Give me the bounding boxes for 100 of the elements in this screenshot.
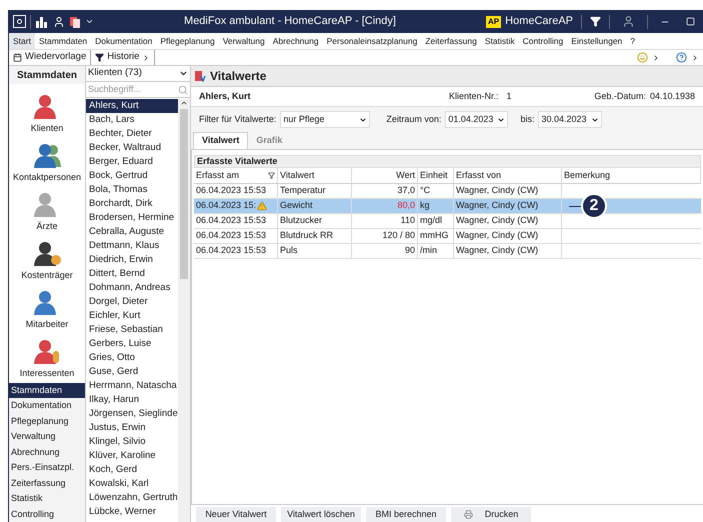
client-item[interactable]: Koch, Gerd	[86, 463, 178, 477]
filter-icon[interactable]	[590, 16, 601, 27]
client-dropdown[interactable]: Klienten (73)	[86, 66, 190, 82]
client-item[interactable]: Dettmann, Klaus	[86, 239, 178, 253]
table-cell: 06.04.2023 15:53	[194, 184, 278, 198]
client-item[interactable]: Gerbers, Luise	[86, 337, 178, 351]
column-header[interactable]: Erfasst von	[454, 168, 562, 183]
menu-item[interactable]: Pflegeplanung	[156, 33, 219, 49]
client-item[interactable]: Dittert, Bernd	[86, 267, 178, 281]
tab[interactable]: Vitalwert	[193, 132, 248, 149]
column-header[interactable]: Vitalwert	[278, 168, 352, 183]
nav-module[interactable]: Interessenten	[20, 339, 74, 382]
client-item[interactable]: Brodersen, Hermine	[86, 211, 178, 225]
menu-item[interactable]: Verwaltung	[218, 33, 269, 49]
action-button[interactable]: Neuer Vitalwert	[196, 507, 276, 522]
client-item[interactable]: Guse, Gerd	[86, 365, 178, 379]
client-item[interactable]: Klüver, Karoline	[86, 449, 178, 463]
period-from-label: Zeitraum von:	[386, 112, 442, 126]
table-cell: °C	[418, 184, 454, 198]
user-settings-icon[interactable]	[622, 15, 635, 28]
client-number-label: Klienten-Nr.:	[449, 90, 499, 103]
search-field[interactable]: Suchbegriff...	[88, 82, 178, 96]
action-button[interactable]: BMI berechnen	[366, 507, 446, 522]
client-item[interactable]: Becker, Waltraud	[86, 141, 178, 155]
client-item[interactable]: Berger, Eduard	[86, 155, 178, 169]
action-button[interactable]: Drucken	[451, 507, 531, 522]
table-cell: mg/dl	[418, 214, 454, 228]
filter-dropdown[interactable]: nur Pflege	[280, 111, 370, 128]
table-row[interactable]: 06.04.2023 15:53 Blutzucker 110 mg/dl Wagner, Cindy (CW)	[194, 214, 701, 229]
user-icon[interactable]	[53, 16, 65, 28]
warning-icon	[257, 201, 268, 211]
column-header[interactable]: Wert	[352, 168, 418, 183]
client-item[interactable]: Justus, Erwin	[86, 421, 178, 435]
menu-item[interactable]: Dokumentation	[91, 33, 156, 49]
table-title: Erfasste Vitalwerte	[194, 155, 701, 168]
vitals-icon	[195, 70, 206, 82]
scroll-up-icon[interactable]	[180, 99, 188, 107]
table-row[interactable]: 06.04.2023 15:53 Blutdruck RR 120 / 80 mmHG Wagner, Cindy (CW)	[194, 229, 701, 244]
toolbar-button[interactable]: Wiedervorlage	[13, 50, 92, 65]
table-cell: 06.04.2023 15:53	[194, 229, 278, 243]
person-icon	[33, 143, 61, 169]
table-cell: 06.04.2023 15:53	[194, 244, 278, 258]
client-item[interactable]: Herrmann, Natascha	[86, 379, 178, 393]
date-to-field[interactable]: 30.04.2023	[538, 111, 602, 128]
client-item[interactable]: Ilkay, Harun	[86, 393, 178, 407]
client-item[interactable]: Cebralla, Auguste	[86, 225, 178, 239]
client-item[interactable]: Jörgensen, Sieglinde	[86, 407, 178, 421]
scrollbar[interactable]	[178, 99, 190, 522]
client-item[interactable]: Lübcke, Werner	[86, 505, 178, 519]
menu-item[interactable]: Zeiterfassung	[421, 33, 481, 49]
nav-module[interactable]: Mitarbeiter	[26, 290, 68, 337]
client-item[interactable]: Kowalski, Karl	[86, 477, 178, 491]
menu-item[interactable]: Controlling	[518, 33, 568, 49]
column-header[interactable]: Einheit	[418, 168, 454, 183]
sort-filter-icon[interactable]	[268, 172, 275, 179]
client-item[interactable]: Bock, Gertrud	[86, 169, 178, 183]
client-item[interactable]: Bach, Lars	[86, 113, 178, 127]
nav-module[interactable]: Klienten	[30, 94, 64, 141]
app-icon[interactable]	[13, 15, 26, 28]
client-item[interactable]: Klingel, Silvio	[86, 435, 178, 449]
dropdown-icon[interactable]	[85, 17, 94, 26]
menu-item[interactable]: Personaleinsatzplanung	[322, 33, 422, 49]
callout-badge: 2	[581, 193, 607, 219]
column-header[interactable]: Bemerkung	[562, 168, 701, 183]
date-from-field[interactable]: 01.04.2023	[445, 111, 508, 128]
client-item[interactable]: Gries, Otto	[86, 351, 178, 365]
client-item[interactable]: Friese, Sebastian	[86, 323, 178, 337]
chart-icon[interactable]	[35, 16, 49, 28]
client-item[interactable]: Eichler, Kurt	[86, 309, 178, 323]
menu-item[interactable]: Abrechnung	[268, 33, 323, 49]
column-header[interactable]: Erfasst am	[194, 168, 278, 183]
nav-module[interactable]: Ärzte	[33, 192, 61, 239]
client-item[interactable]: Löwenzahn, Gertruth	[86, 491, 178, 505]
menu-item[interactable]: Start	[9, 33, 35, 49]
client-item[interactable]: Bechter, Dieter	[86, 127, 178, 141]
client-item[interactable]: Bola, Thomas	[86, 183, 178, 197]
client-item[interactable]: Borchardt, Dirk	[86, 197, 178, 211]
table-cell: 06.04.2023 15:	[194, 199, 278, 213]
person-icon	[32, 339, 61, 365]
client-item[interactable]: Diedrich, Erwin	[86, 253, 178, 267]
menu-item[interactable]: ?	[626, 33, 640, 49]
nav-module[interactable]: Kontaktpersonen	[12, 143, 82, 190]
maximize-icon[interactable]	[686, 17, 695, 26]
table-cell: Blutdruck RR	[278, 229, 352, 243]
table-row[interactable]: 06.04.2023 15:53 Puls 90 /min Wagner, Cindy (CW)	[194, 244, 701, 259]
action-button[interactable]: Vitalwert löschen	[281, 507, 361, 522]
nav-header: Stammdaten	[16, 68, 78, 82]
documents-icon[interactable]	[69, 16, 81, 28]
client-item[interactable]: Ahlers, Kurt	[86, 99, 178, 113]
nav-module[interactable]: Kostenträger	[21, 241, 73, 288]
toolbar-button[interactable]: Historie	[95, 50, 156, 65]
menu-item[interactable]: Einstellungen	[567, 33, 626, 49]
table-cell: 110	[352, 214, 418, 228]
client-item[interactable]: Dorgel, Dieter	[86, 295, 178, 309]
help-icon[interactable]	[676, 52, 687, 63]
nav-section[interactable]: Stammdaten	[9, 382, 85, 398]
menu-item[interactable]: Stammdaten	[34, 33, 92, 49]
menu-item[interactable]: Statistik	[480, 33, 519, 49]
client-item[interactable]: Dohmann, Andreas	[86, 281, 178, 295]
table-cell: Blutzucker	[278, 214, 352, 228]
